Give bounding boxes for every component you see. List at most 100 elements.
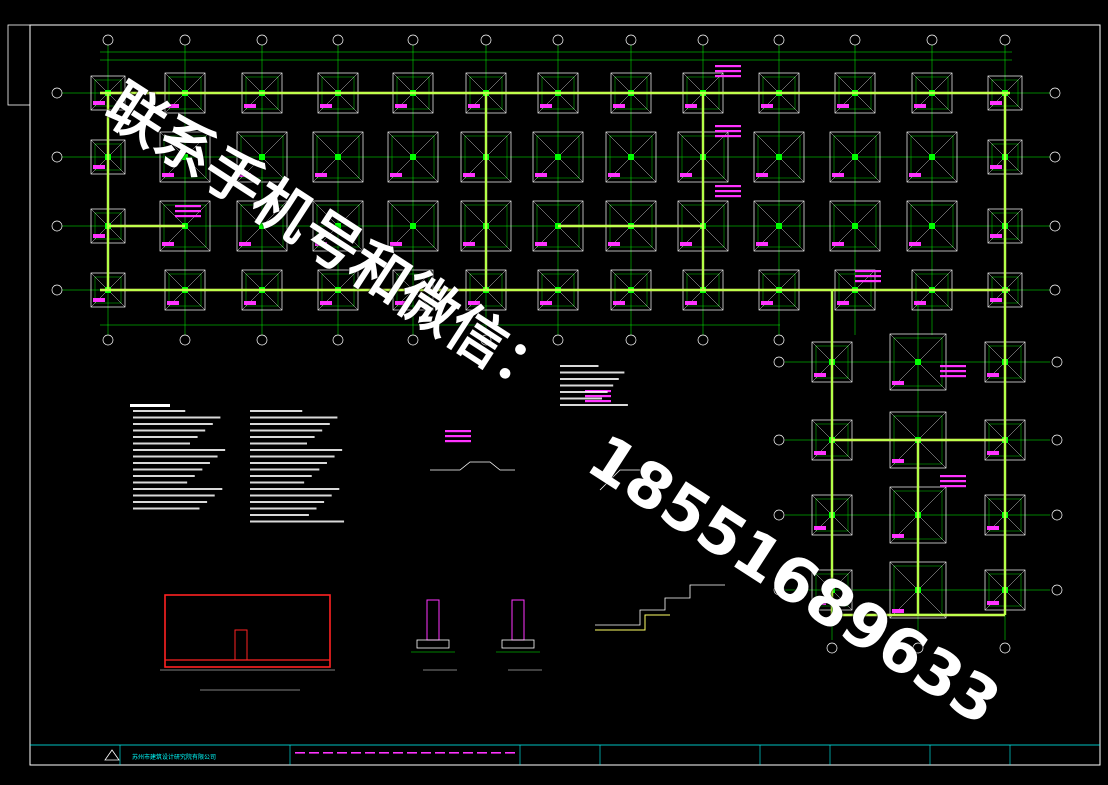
beam-label-mark <box>855 270 881 273</box>
grid-bubble <box>1051 356 1063 368</box>
column-section <box>852 223 858 229</box>
footing-tag <box>814 526 826 530</box>
title-block-text-mark <box>463 752 473 754</box>
grid-bubble <box>697 334 709 346</box>
footing-tag <box>756 173 768 177</box>
footing-tag <box>837 104 849 108</box>
beam-label-mark <box>715 65 741 68</box>
footing-tag <box>320 301 332 305</box>
grid-bubble <box>773 356 785 368</box>
grid-bubble <box>51 220 63 232</box>
beam-label-mark <box>585 395 611 398</box>
title-block-text-mark <box>309 752 319 754</box>
grid-bubble <box>999 34 1011 46</box>
footing-tag <box>990 234 1002 238</box>
note-text-line <box>250 514 309 516</box>
step-detail <box>595 584 725 626</box>
beam-label-mark <box>175 205 201 208</box>
title-block-text-mark <box>365 752 375 754</box>
footing-tag <box>892 381 904 385</box>
note-text-line <box>250 488 340 490</box>
trench-detail <box>430 461 515 471</box>
footing-tag <box>761 301 773 305</box>
grid-bubble <box>552 34 564 46</box>
note-text-line <box>133 494 215 497</box>
note-text-line <box>250 481 305 484</box>
footing-tag <box>987 373 999 377</box>
footing-tag <box>93 101 105 105</box>
grid-bubble <box>773 434 785 446</box>
note-text-line <box>560 378 619 380</box>
beam-label-mark <box>445 430 471 433</box>
column-section <box>929 223 935 229</box>
grid-bubble <box>625 34 637 46</box>
footing-tag <box>987 601 999 605</box>
note-text-line <box>250 475 312 477</box>
grid-bubble <box>1049 87 1061 99</box>
footing-tag <box>395 104 407 108</box>
strip-section-base <box>416 639 450 649</box>
note-text-line <box>133 488 223 490</box>
beam-label-mark <box>715 125 741 128</box>
note-text-line <box>133 507 200 510</box>
grid-bubble <box>256 334 268 346</box>
grid-bubble <box>480 34 492 46</box>
note-text-line <box>133 455 218 458</box>
footing-tag <box>535 173 547 177</box>
title-block-company: 苏州市建筑设计研究院有限公司 <box>132 754 217 761</box>
column-section <box>628 154 634 160</box>
beam-label-mark <box>940 375 966 378</box>
footing-tag <box>613 104 625 108</box>
note-text-line <box>133 501 208 503</box>
grid-bubble <box>332 34 344 46</box>
title-block-text-mark <box>393 752 403 754</box>
beam-label-mark <box>940 365 966 368</box>
footing-tag <box>685 104 697 108</box>
note-text-line <box>133 475 195 477</box>
beam-label-mark <box>715 70 741 73</box>
title-block-text-mark <box>407 752 417 754</box>
beam-label-mark <box>175 210 201 213</box>
footing-tag <box>93 298 105 302</box>
note-text-line <box>250 442 307 445</box>
grid-bubble <box>51 284 63 296</box>
note-text-line <box>133 410 186 412</box>
strip-section-wall <box>426 599 440 641</box>
footing-tag <box>892 459 904 463</box>
note-text-line <box>250 410 303 412</box>
footing-tag <box>463 242 475 246</box>
strip-section-base <box>501 639 535 649</box>
beam-label-mark <box>445 435 471 438</box>
grid-bubble <box>773 509 785 521</box>
footing-tag <box>162 242 174 246</box>
footing-tag <box>987 526 999 530</box>
note-text-line <box>133 416 221 419</box>
grid-bubble <box>1049 220 1061 232</box>
footing-tag <box>608 242 620 246</box>
note-text-line <box>250 455 335 458</box>
footing-tag <box>608 173 620 177</box>
footing-tag <box>914 104 926 108</box>
footing-tag <box>814 451 826 455</box>
footing-tag <box>680 242 692 246</box>
title-block-text-mark <box>351 752 361 754</box>
grid-bubble <box>1049 284 1061 296</box>
footing-tag <box>540 301 552 305</box>
footing-tag <box>613 301 625 305</box>
grid-bubble <box>1051 584 1063 596</box>
note-text-line <box>560 404 628 406</box>
beam-label-mark <box>715 190 741 193</box>
footing-tag <box>892 534 904 538</box>
note-text-line <box>250 416 338 419</box>
footing-tag <box>244 104 256 108</box>
column-section <box>335 154 341 160</box>
footing-tag <box>167 301 179 305</box>
beam-label-mark <box>715 135 741 138</box>
note-text-line <box>133 462 210 464</box>
footing-tag <box>990 165 1002 169</box>
title-block-text-mark <box>449 752 459 754</box>
footing-tag <box>390 173 402 177</box>
grid-bubble <box>926 34 938 46</box>
note-text-line <box>250 507 317 510</box>
beam-label-mark <box>715 195 741 198</box>
